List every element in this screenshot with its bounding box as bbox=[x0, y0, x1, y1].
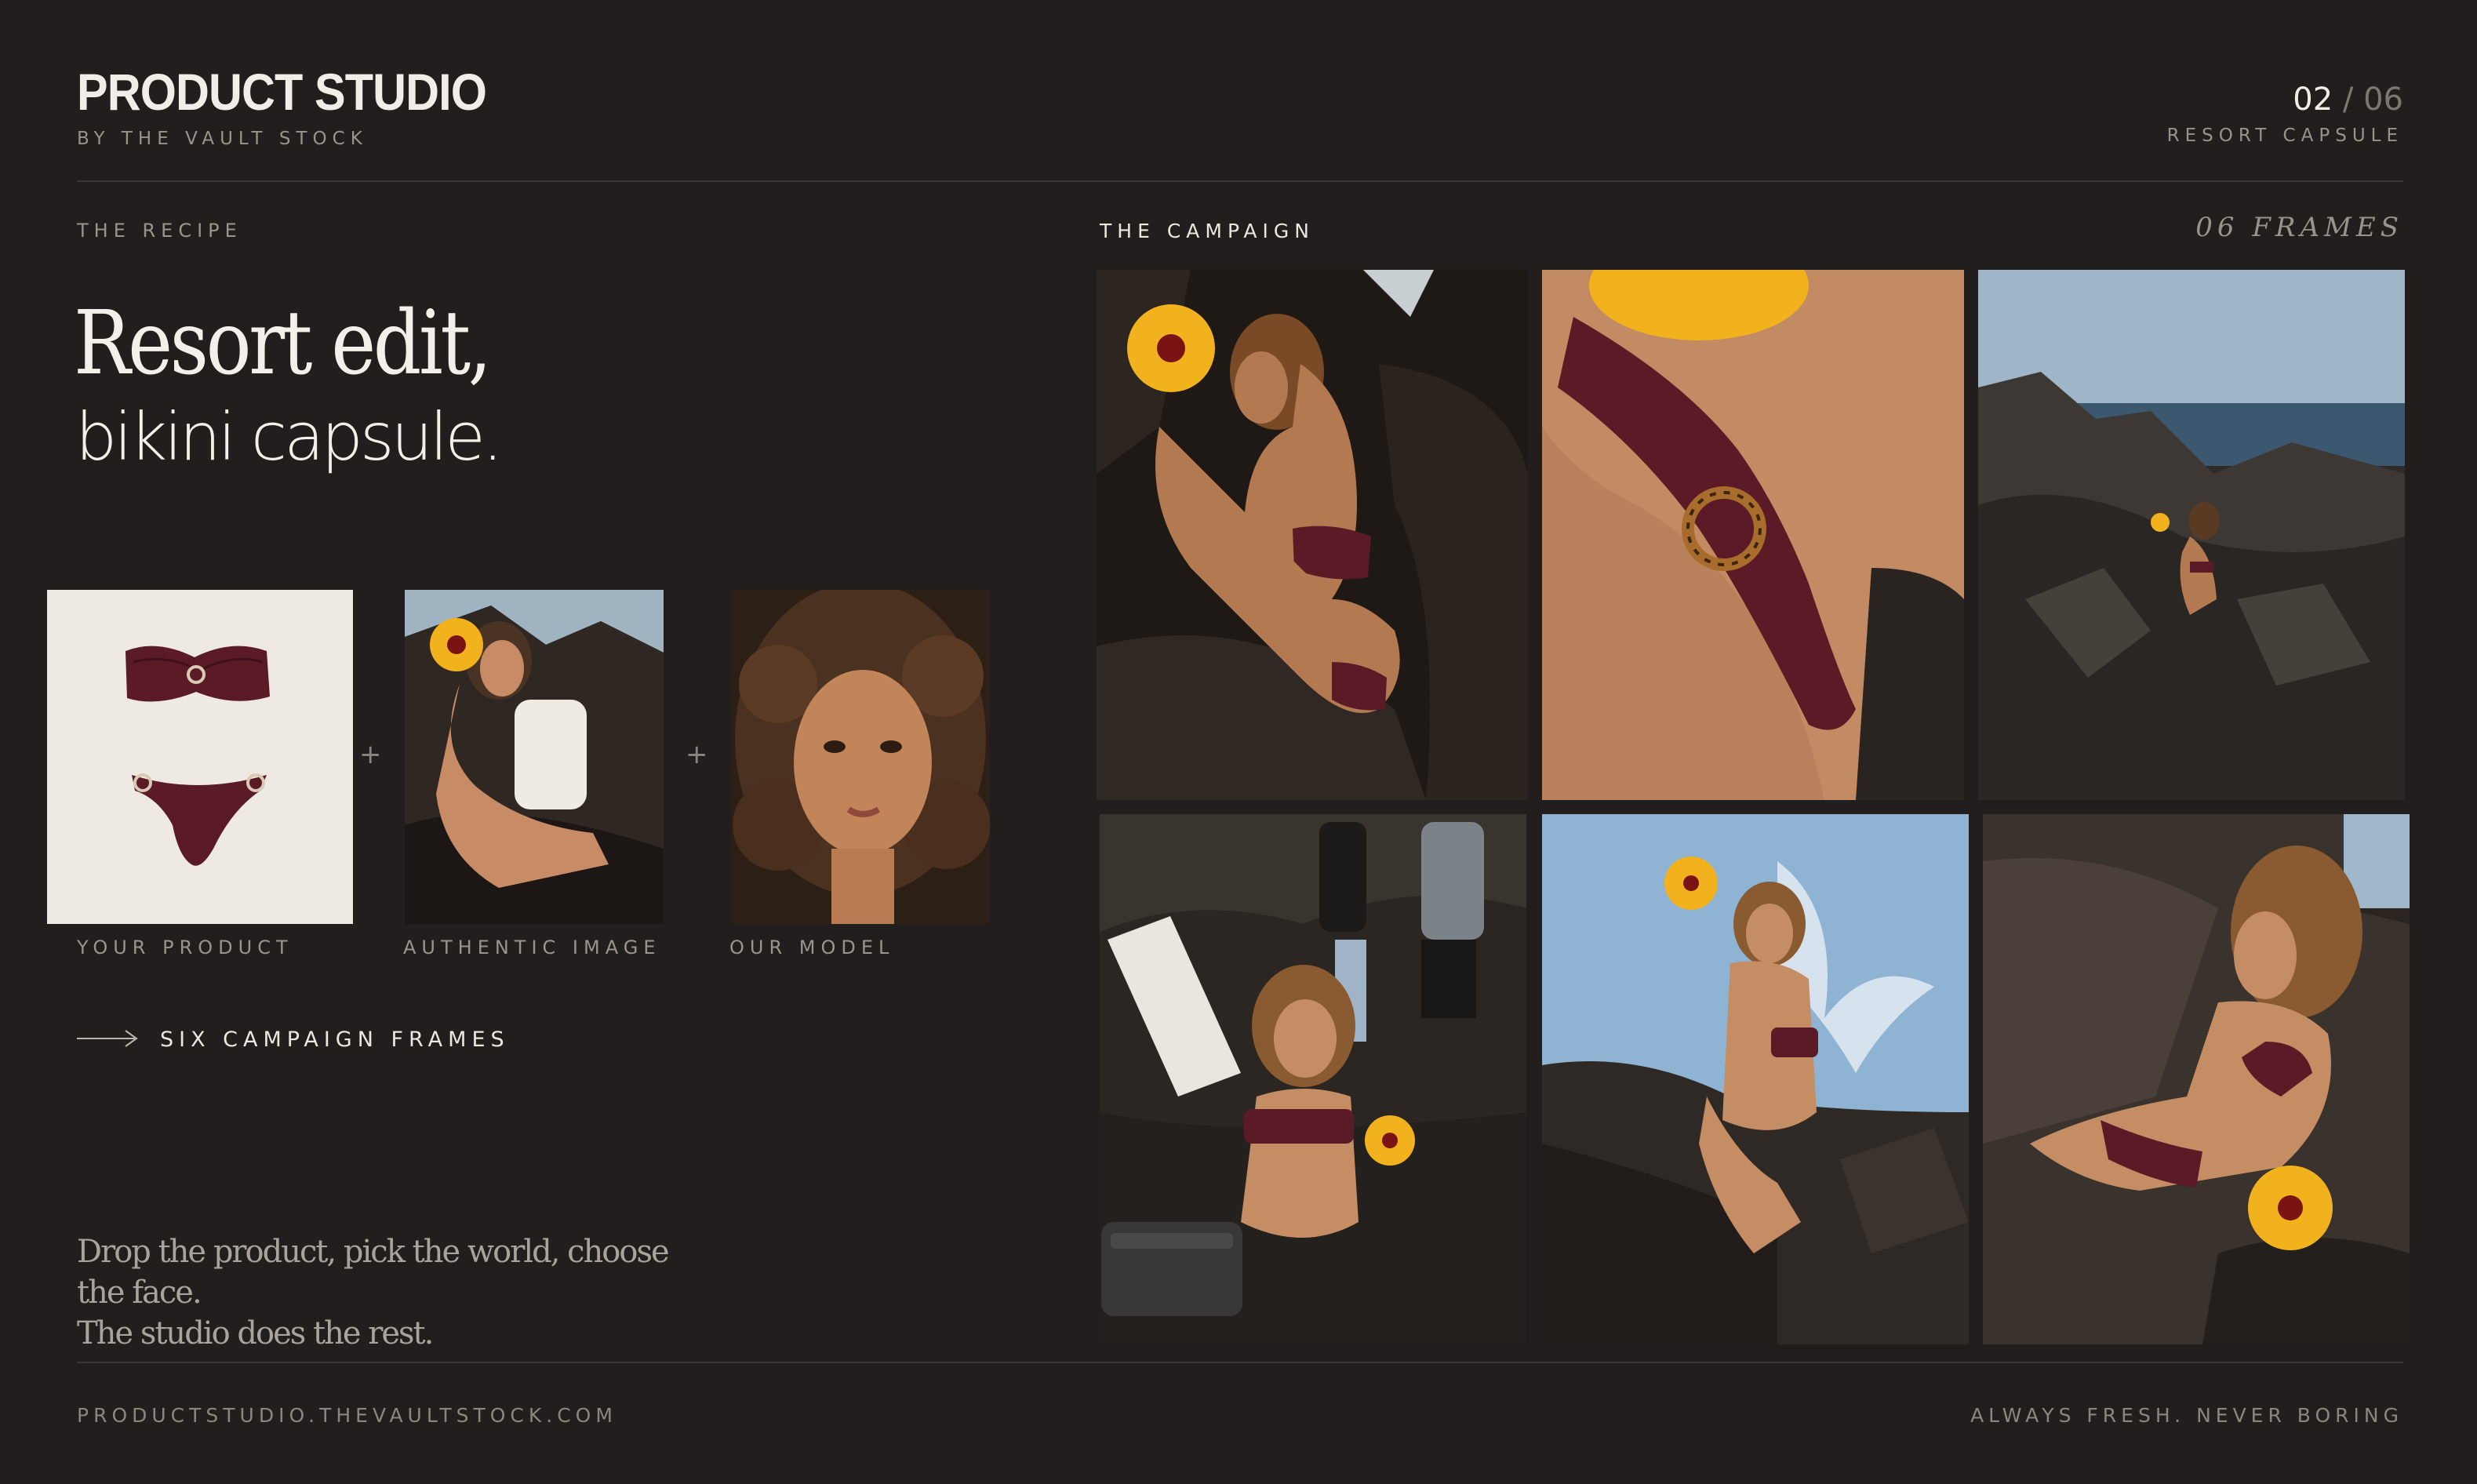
product-image bbox=[47, 590, 353, 924]
six-campaign-frames-link[interactable]: SIX CAMPAIGN FRAMES bbox=[160, 1028, 510, 1052]
campaign-frame-3[interactable] bbox=[1978, 270, 2405, 800]
plus-sign-2: + bbox=[686, 739, 708, 770]
footer-url[interactable]: PRODUCTSTUDIO.THEVAULTSTOCK.COM bbox=[77, 1404, 617, 1427]
page-total: 06 bbox=[2363, 82, 2403, 118]
brand-wordmark: PRODUCT STUDIO bbox=[77, 63, 487, 121]
collection-name: RESORT CAPSULE bbox=[2166, 125, 2403, 146]
tagline-line1: Drop the product, pick the world, choose… bbox=[77, 1234, 670, 1311]
campaign-frame-1[interactable] bbox=[1097, 270, 1528, 800]
tagline-line2: The studio does the rest. bbox=[77, 1315, 434, 1351]
page-current: 02 bbox=[2293, 82, 2333, 118]
authentic-image bbox=[405, 590, 664, 924]
arrow-right-icon bbox=[77, 1030, 138, 1047]
campaign-section-label: THE CAMPAIGN bbox=[1100, 220, 1315, 242]
frames-count: 06 FRAMES bbox=[2195, 212, 2403, 243]
footer-divider bbox=[77, 1362, 2403, 1363]
headline-line2: bikini capsule. bbox=[75, 398, 504, 475]
page-counter: 02 / 06 bbox=[2293, 82, 2403, 118]
recipe-section-label: THE RECIPE bbox=[77, 220, 242, 242]
plus-sign-1: + bbox=[359, 739, 382, 770]
your-product-label: YOUR PRODUCT bbox=[77, 937, 293, 958]
tagline: Drop the product, pick the world, choose… bbox=[77, 1231, 720, 1354]
our-model-label: OUR MODEL bbox=[729, 937, 895, 958]
campaign-frame-6[interactable] bbox=[1983, 814, 2410, 1344]
campaign-frame-5[interactable] bbox=[1542, 814, 1969, 1344]
headline-line1: Resort edit, bbox=[74, 293, 492, 395]
footer-slogan: ALWAYS FRESH. NEVER BORING bbox=[1970, 1404, 2403, 1427]
model-image bbox=[731, 590, 990, 924]
header-divider bbox=[77, 180, 2403, 182]
page-separator: / bbox=[2342, 82, 2354, 118]
brand-subtitle: BY THE VAULT STOCK bbox=[77, 129, 368, 149]
campaign-frame-2[interactable] bbox=[1542, 270, 1964, 800]
campaign-frame-4[interactable] bbox=[1100, 814, 1526, 1344]
authentic-image-label: AUTHENTIC IMAGE bbox=[403, 937, 661, 958]
